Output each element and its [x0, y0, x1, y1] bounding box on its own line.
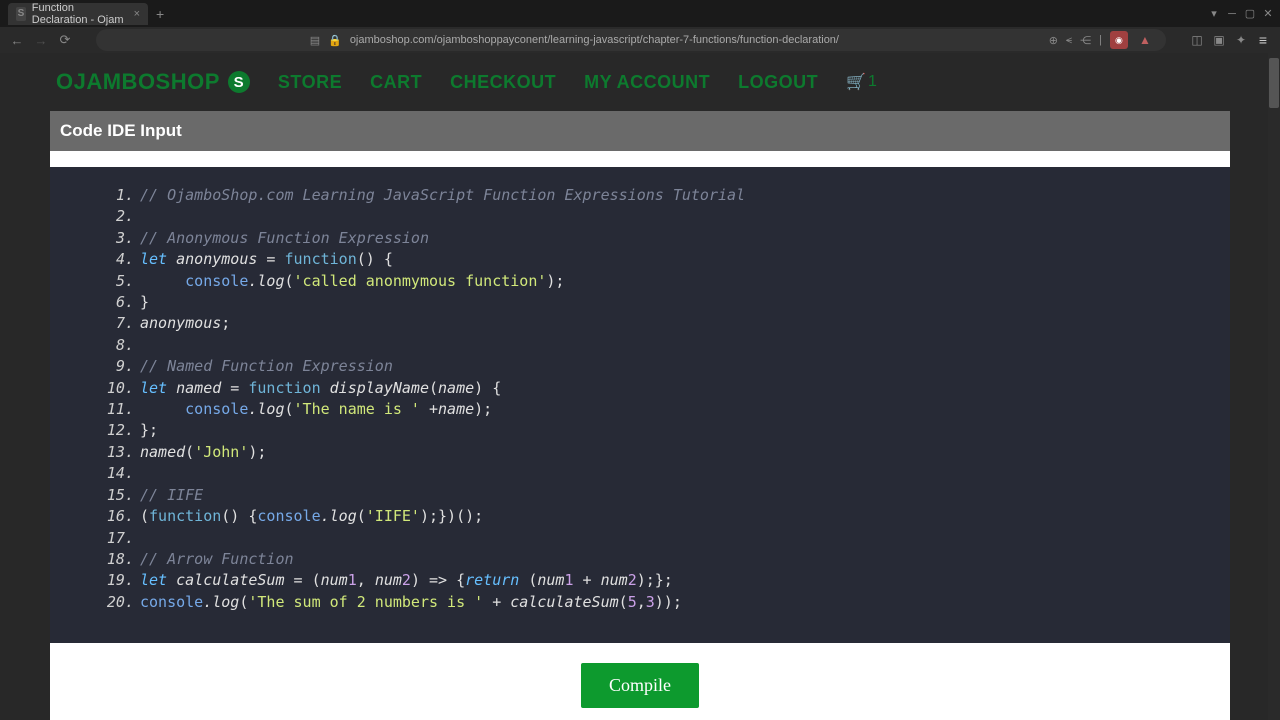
- share-icon[interactable]: ⪪: [1066, 34, 1072, 47]
- close-window-icon[interactable]: ✕: [1260, 6, 1276, 22]
- brand-logo[interactable]: OJAMBOSHOP S: [56, 69, 250, 95]
- active-tab[interactable]: S Function Declaration - Ojam ×: [8, 3, 148, 25]
- rss-icon[interactable]: ⋲: [1080, 34, 1091, 47]
- tab-bar: S Function Declaration - Ojam × + ▾ ─ ▢ …: [0, 0, 1280, 27]
- code-editor[interactable]: 1// OjamboShop.com Learning JavaScript F…: [50, 167, 1230, 643]
- sidebar-icon[interactable]: ◫: [1188, 31, 1206, 49]
- tab-title: Function Declaration - Ojam: [32, 2, 128, 26]
- divider-icon: |: [1099, 34, 1102, 46]
- tab-favicon-icon: S: [16, 7, 26, 21]
- panel-icon[interactable]: ▣: [1210, 31, 1228, 49]
- content-area: Code IDE Input 1// OjamboShop.com Learni…: [50, 111, 1230, 720]
- back-button[interactable]: ←: [8, 31, 26, 49]
- nav-account[interactable]: MY ACCOUNT: [584, 72, 710, 93]
- nav-checkout[interactable]: CHECKOUT: [450, 72, 556, 93]
- minimize-icon[interactable]: ─: [1224, 6, 1240, 22]
- close-tab-icon[interactable]: ×: [134, 8, 140, 20]
- ide-header: Code IDE Input: [50, 111, 1230, 151]
- compile-row: Compile: [50, 643, 1230, 720]
- chevron-down-icon[interactable]: ▾: [1206, 6, 1222, 22]
- browser-chrome: S Function Declaration - Ojam × + ▾ ─ ▢ …: [0, 0, 1280, 53]
- reader-icon[interactable]: ▤: [310, 34, 320, 47]
- url-text: ojamboshop.com/ojamboshoppayconent/learn…: [350, 34, 839, 46]
- browser-toolbar: ← → ⟳ ▤ 🔒 ojamboshop.com/ojamboshoppayco…: [0, 27, 1280, 53]
- menu-icon[interactable]: ≡: [1254, 31, 1272, 49]
- brand-icon: S: [228, 71, 250, 93]
- scrollbar-thumb[interactable]: [1269, 58, 1279, 108]
- nav-logout[interactable]: LOGOUT: [738, 72, 818, 93]
- site-navbar: OJAMBOSHOP S STORE CART CHECKOUT MY ACCO…: [0, 53, 1280, 111]
- cart-icon-glyph: 🛒: [846, 72, 866, 92]
- nav-store[interactable]: STORE: [278, 72, 342, 93]
- maximize-icon[interactable]: ▢: [1242, 6, 1258, 22]
- triangle-icon[interactable]: ▲: [1136, 31, 1154, 49]
- scrollbar-track[interactable]: [1268, 53, 1280, 720]
- window-controls: ▾ ─ ▢ ✕: [1206, 6, 1280, 22]
- brand-text: OJAMBOSHOP: [56, 69, 220, 95]
- forward-button[interactable]: →: [32, 31, 50, 49]
- zoom-icon[interactable]: ⊕: [1049, 34, 1058, 47]
- cart-widget[interactable]: 🛒1: [846, 72, 877, 92]
- new-tab-button[interactable]: +: [156, 6, 164, 22]
- toolbar-right: ◫ ▣ ✦ ≡: [1188, 31, 1272, 49]
- url-bar[interactable]: ▤ 🔒 ojamboshop.com/ojamboshoppayconent/l…: [96, 29, 1166, 51]
- reload-button[interactable]: ⟳: [56, 31, 74, 49]
- cart-count: 1: [868, 73, 877, 91]
- compile-button[interactable]: Compile: [581, 663, 699, 708]
- shield-badge-icon[interactable]: ◉: [1110, 31, 1128, 49]
- sparkle-icon[interactable]: ✦: [1232, 31, 1250, 49]
- page-content: OJAMBOSHOP S STORE CART CHECKOUT MY ACCO…: [0, 53, 1280, 720]
- lock-icon: 🔒: [328, 34, 342, 47]
- nav-cart[interactable]: CART: [370, 72, 422, 93]
